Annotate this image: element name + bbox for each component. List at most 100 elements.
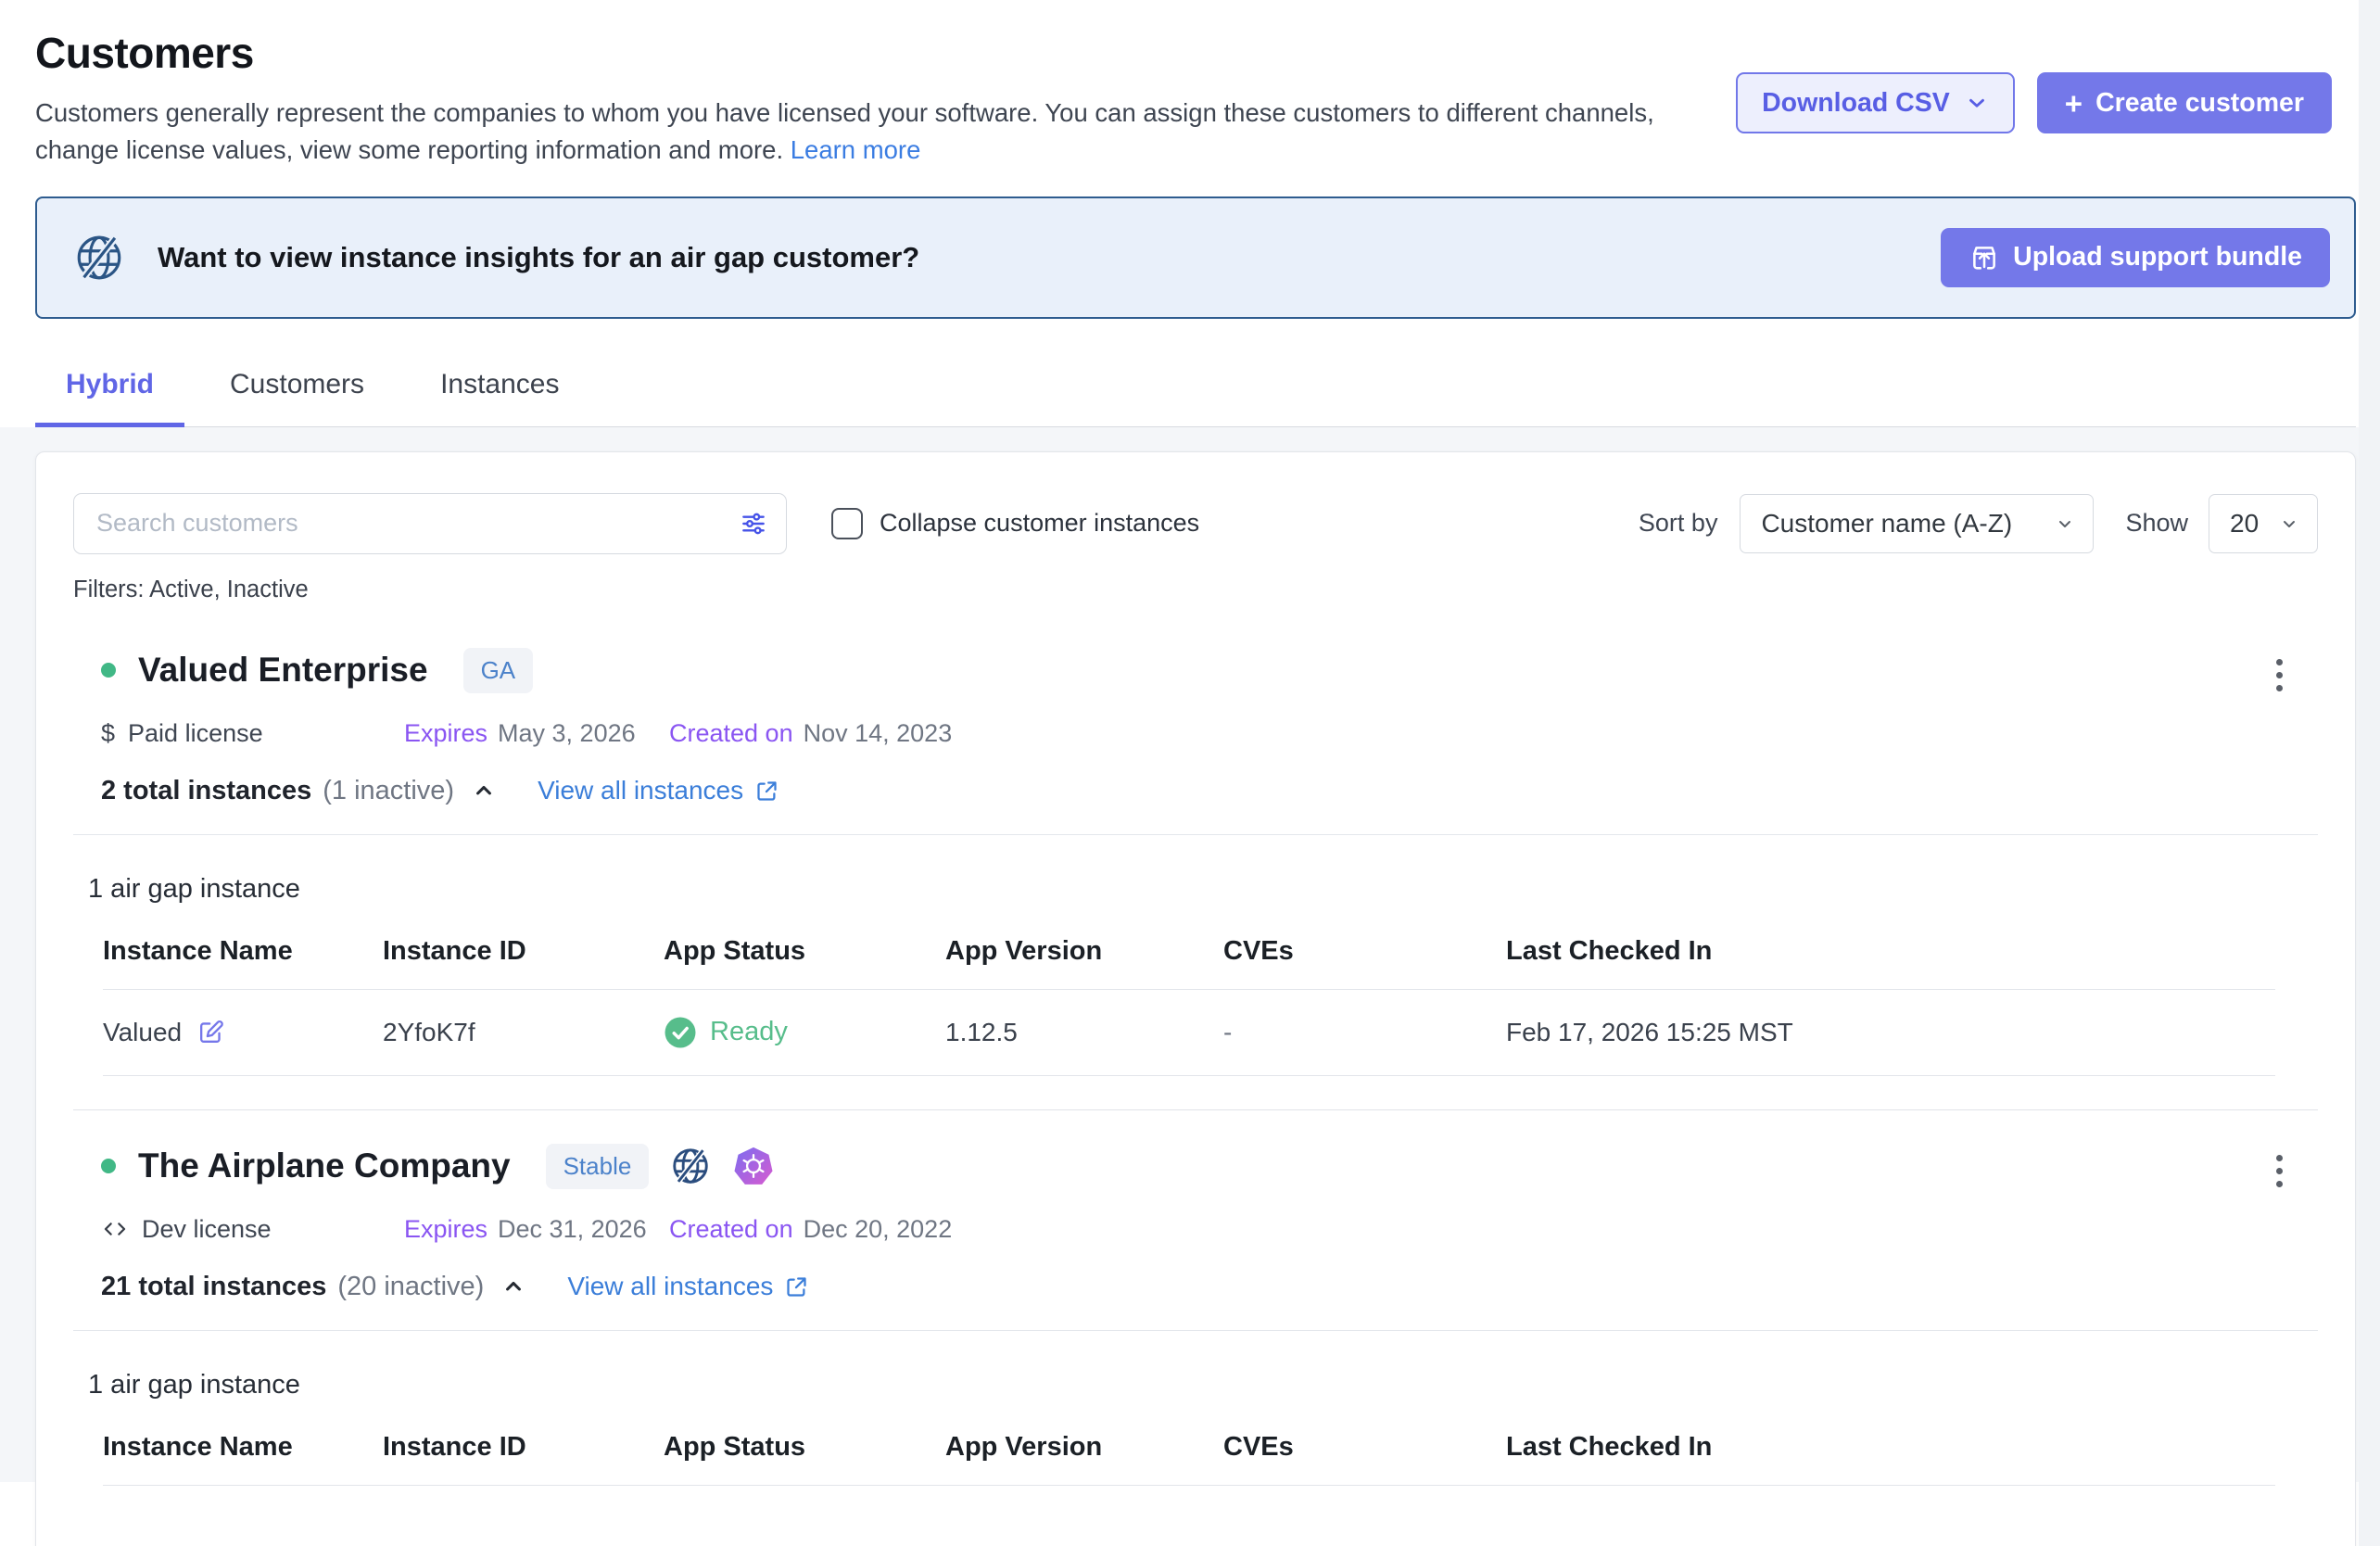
last-checked-in: Feb 17, 2026 15:25 MST — [1506, 1018, 2275, 1047]
customers-card: Collapse customer instances Sort by Cust… — [35, 451, 2356, 1546]
col-last-checked-in: Last Checked In — [1506, 936, 2275, 967]
customer-header: The Airplane Company Stable — [101, 1144, 2318, 1189]
sort-by-select[interactable]: Customer name (A-Z) — [1740, 494, 2094, 553]
upload-support-bundle-label: Upload support bundle — [2013, 242, 2302, 272]
customers-page: Customers Customers generally represent … — [0, 0, 2380, 1546]
col-instance-name: Instance Name — [103, 1432, 383, 1463]
app-status: Ready — [710, 1017, 788, 1047]
expires-label: Expires — [404, 1215, 487, 1244]
header-actions: Download CSV + Create customer — [1736, 72, 2332, 133]
scrollbar-track[interactable] — [2359, 0, 2380, 1546]
instances-summary-row: 21 total instances (20 inactive) View al… — [101, 1272, 2318, 1302]
section-divider — [73, 834, 2318, 835]
col-cves: CVEs — [1223, 1432, 1506, 1463]
instances-summary-row: 2 total instances (1 inactive) View all … — [101, 776, 2318, 806]
app-version: 1.12.5 — [945, 1018, 1223, 1047]
customer-menu-button[interactable] — [2269, 1147, 2290, 1195]
tab-instances[interactable]: Instances — [410, 369, 589, 426]
collapse-chevron-up-icon[interactable] — [471, 778, 497, 804]
active-status-dot — [101, 1159, 116, 1173]
plus-icon: + — [2065, 88, 2082, 119]
customer-row-valued-enterprise: Valued Enterprise GA $ Paid license Expi… — [73, 648, 2318, 806]
search-input[interactable] — [73, 493, 787, 554]
download-csv-button[interactable]: Download CSV — [1736, 72, 2015, 133]
col-app-version: App Version — [945, 1432, 1223, 1463]
expires-value: Dec 31, 2026 — [498, 1215, 647, 1244]
created-info: Created on Nov 14, 2023 — [669, 719, 952, 748]
airgap-globe-icon — [669, 1145, 712, 1187]
col-app-status: App Status — [664, 936, 945, 967]
collapse-chevron-up-icon[interactable] — [500, 1274, 526, 1299]
customer-meta: Dev license Expires Dec 31, 2026 Created… — [101, 1215, 2318, 1244]
airgap-instance-heading: 1 air gap instance — [88, 1370, 2318, 1400]
tab-customers[interactable]: Customers — [199, 369, 395, 426]
expires-info: Expires May 3, 2026 — [404, 719, 669, 748]
collapse-instances-label: Collapse customer instances — [880, 509, 1199, 538]
section-divider — [73, 1330, 2318, 1331]
page-description: Customers generally represent the compan… — [35, 95, 1703, 169]
license-type-label: Paid license — [128, 719, 263, 748]
instances-total: 21 total instances — [101, 1272, 326, 1302]
col-last-checked-in: Last Checked In — [1506, 1432, 2275, 1463]
expires-info: Expires Dec 31, 2026 — [404, 1215, 669, 1244]
external-link-icon — [754, 779, 779, 804]
sort-by-value: Customer name (A-Z) — [1761, 509, 2012, 539]
customer-meta: $ Paid license Expires May 3, 2026 Creat… — [101, 719, 2318, 748]
filter-sliders-icon[interactable] — [739, 509, 768, 539]
collapse-instances-toggle[interactable]: Collapse customer instances — [831, 508, 1199, 539]
upload-support-bundle-button[interactable]: Upload support bundle — [1941, 228, 2330, 287]
created-info: Created on Dec 20, 2022 — [669, 1215, 952, 1244]
instances-table-header: Instance Name Instance ID App Status App… — [103, 1432, 2275, 1486]
page-header: Customers Customers generally represent … — [0, 0, 2380, 169]
col-instance-id: Instance ID — [383, 1432, 664, 1463]
app-status-cell: Ready — [664, 1016, 945, 1049]
channel-badge: Stable — [546, 1144, 650, 1189]
view-all-instances-link[interactable]: View all instances — [538, 776, 779, 805]
col-app-status: App Status — [664, 1432, 945, 1463]
col-instance-id: Instance ID — [383, 936, 664, 967]
active-filters-text: Filters: Active, Inactive — [73, 577, 2318, 603]
tab-hybrid[interactable]: Hybrid — [35, 369, 184, 427]
customer-row-airplane-company: The Airplane Company Stable — [73, 1144, 2318, 1302]
cves-value: - — [1223, 1018, 1506, 1047]
download-csv-label: Download CSV — [1762, 88, 1950, 119]
chevron-down-icon — [2054, 513, 2076, 535]
page-title: Customers — [35, 28, 2324, 78]
expires-label: Expires — [404, 719, 487, 748]
external-link-icon — [784, 1274, 809, 1299]
channel-badge: GA — [463, 648, 534, 693]
instances-inactive-count: (20 inactive) — [337, 1272, 484, 1302]
view-all-instances-label: View all instances — [567, 1272, 773, 1301]
license-type: $ Paid license — [101, 719, 404, 748]
instances-total: 2 total instances — [101, 776, 311, 806]
license-type: Dev license — [101, 1215, 404, 1244]
dev-license-code-icon — [101, 1215, 129, 1243]
show-count-value: 20 — [2230, 509, 2259, 539]
ready-check-icon — [664, 1016, 697, 1049]
customer-separator — [73, 1109, 2318, 1110]
instances-table: Instance Name Instance ID App Status App… — [103, 936, 2275, 1076]
airgap-globe-icon — [72, 231, 126, 285]
customer-name[interactable]: The Airplane Company — [138, 1147, 511, 1185]
collapse-instances-checkbox[interactable] — [831, 508, 863, 539]
learn-more-link[interactable]: Learn more — [791, 135, 921, 164]
airgap-banner: Want to view instance insights for an ai… — [35, 196, 2356, 319]
customer-name[interactable]: Valued Enterprise — [138, 651, 428, 690]
created-on-value: Dec 20, 2022 — [804, 1215, 953, 1244]
edit-icon[interactable] — [196, 1018, 225, 1046]
instance-name: Valued — [103, 1018, 182, 1047]
col-cves: CVEs — [1223, 936, 1506, 967]
customer-header: Valued Enterprise GA — [101, 648, 2318, 693]
created-on-label: Created on — [669, 719, 793, 748]
instances-table: Instance Name Instance ID App Status App… — [103, 1432, 2275, 1486]
customer-menu-button[interactable] — [2269, 652, 2290, 699]
show-label: Show — [2125, 509, 2188, 538]
search-box — [73, 493, 787, 554]
create-customer-button[interactable]: + Create customer — [2037, 72, 2332, 133]
created-on-value: Nov 14, 2023 — [804, 719, 953, 748]
chevron-down-icon — [2278, 513, 2300, 535]
create-customer-label: Create customer — [2095, 88, 2304, 119]
view-all-instances-link[interactable]: View all instances — [567, 1272, 809, 1301]
kubernetes-icon — [732, 1145, 775, 1187]
show-count-select[interactable]: 20 — [2209, 494, 2318, 553]
